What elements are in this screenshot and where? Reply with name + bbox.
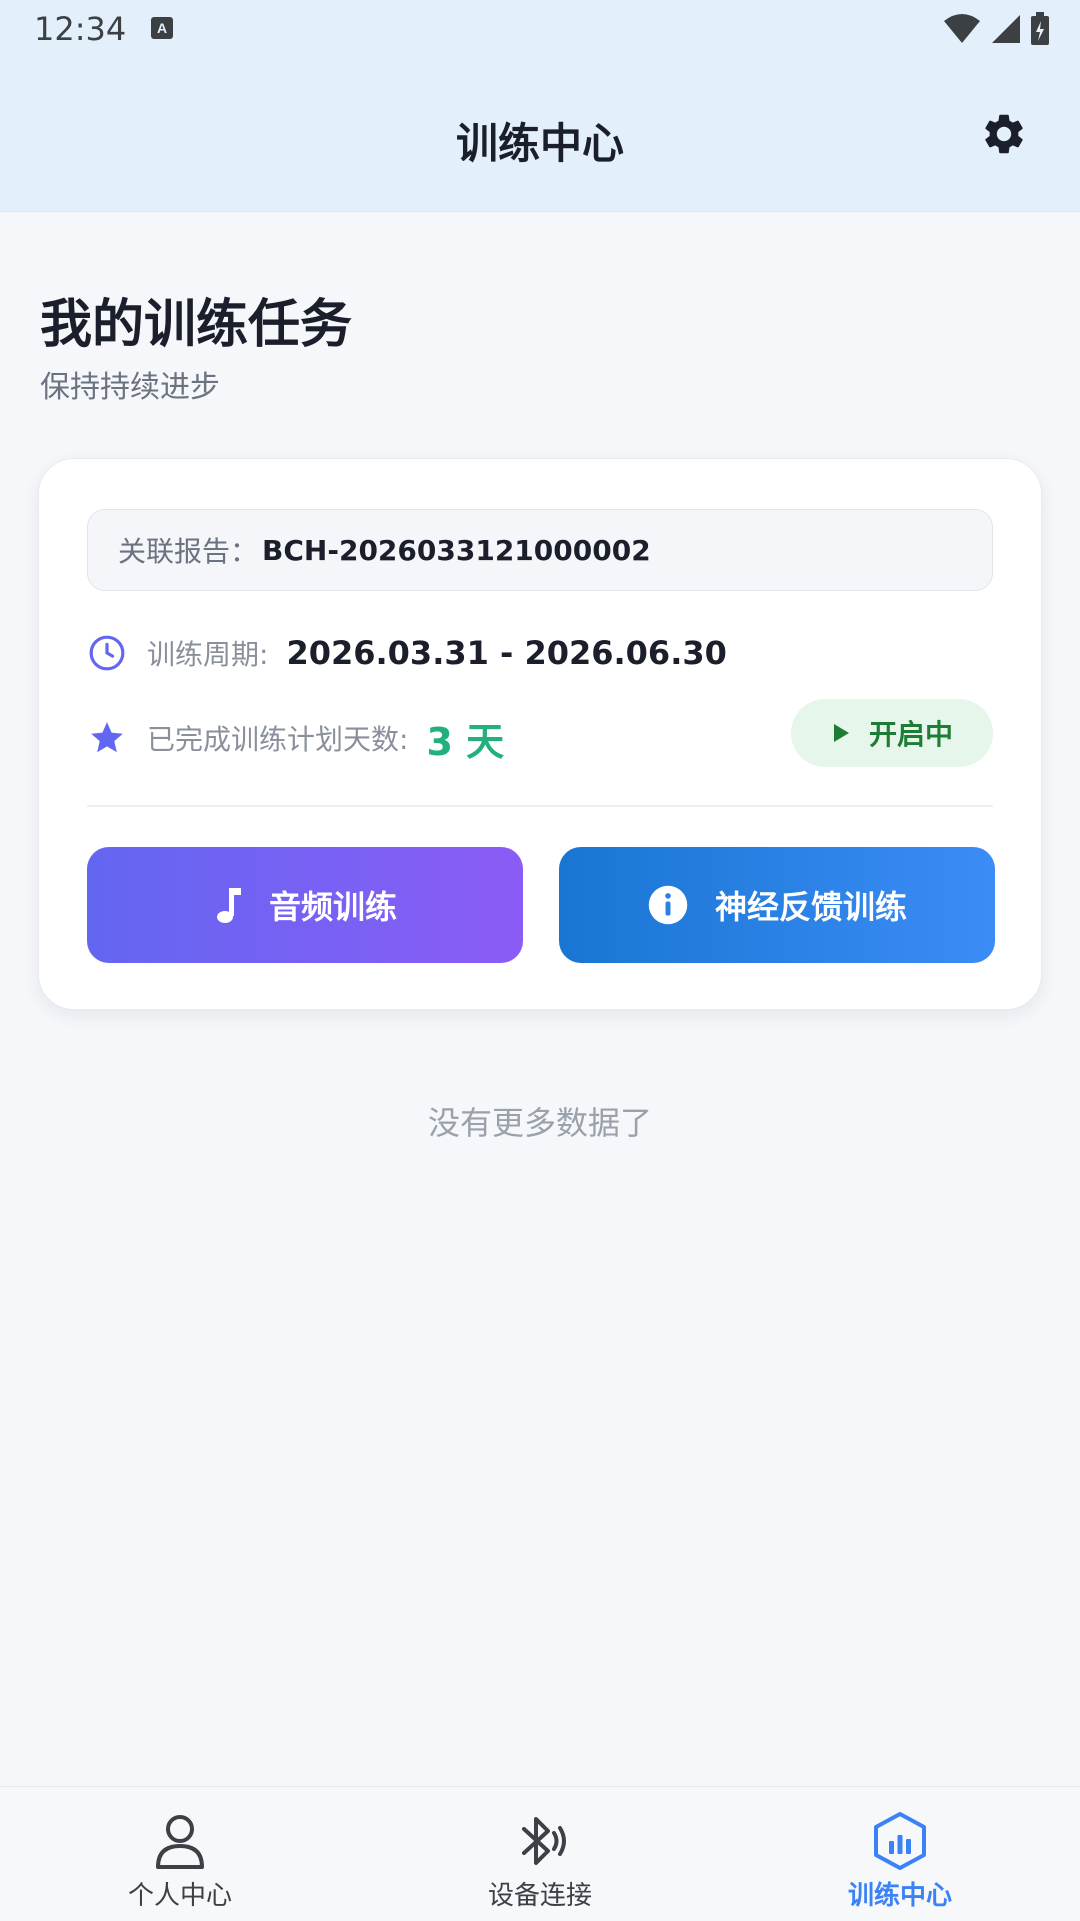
wifi-icon — [944, 14, 980, 43]
page-title: 我的训练任务 — [40, 295, 353, 355]
nav-label-device: 设备连接 — [487, 1881, 592, 1911]
app-notification-icon: A — [151, 17, 173, 39]
clock-icon — [87, 633, 127, 673]
report-id: BCH-2026033121000002 — [262, 533, 651, 567]
svg-text:A: A — [157, 20, 167, 36]
nav-item-device[interactable]: 设备连接 — [360, 1787, 720, 1921]
audio-training-label: 音频训练 — [268, 888, 397, 926]
period-label: 训练周期: — [147, 638, 269, 671]
info-icon — [648, 885, 688, 925]
bluetooth-icon — [510, 1811, 570, 1871]
nav-item-training[interactable]: 训练中心 — [720, 1787, 1080, 1921]
music-note-icon — [216, 888, 241, 923]
training-period-row: 训练周期: 2026.03.31 - 2026.06.30 — [87, 629, 727, 677]
header-title: 训练中心 — [455, 119, 624, 168]
settings-button[interactable] — [978, 108, 1030, 160]
battery-icon — [1031, 12, 1049, 45]
status-icons — [942, 12, 1050, 46]
status-badge: 开启中 — [791, 699, 993, 767]
linked-report-box: 关联报告： BCH-2026033121000002 — [87, 509, 993, 591]
neurofeedback-training-label: 神经反馈训练 — [714, 888, 907, 926]
status-bar: 12:34 A — [0, 0, 1080, 58]
days-value: 3 天 — [426, 719, 505, 764]
page-subtitle: 保持持续进步 — [40, 370, 220, 405]
nav-label-training: 训练中心 — [847, 1881, 952, 1911]
app-header: 训练中心 — [0, 58, 1080, 212]
report-label: 关联报告： — [118, 535, 259, 568]
gear-icon — [985, 114, 1023, 154]
list-end-text: 没有更多数据了 — [427, 1104, 652, 1142]
card-divider — [87, 805, 993, 807]
training-task-card[interactable]: 关联报告： BCH-2026033121000002 训练周期: 2026.03… — [38, 458, 1042, 1010]
nav-label-profile: 个人中心 — [127, 1881, 232, 1911]
status-time: 12:34 — [34, 10, 127, 48]
period-value: 2026.03.31 - 2026.06.30 — [286, 634, 727, 672]
training-chart-icon — [870, 1811, 930, 1871]
star-icon — [87, 718, 127, 758]
play-icon — [833, 724, 849, 742]
nav-item-profile[interactable]: 个人中心 — [0, 1787, 360, 1921]
days-label: 已完成训练计划天数: — [147, 723, 409, 756]
status-label: 开启中 — [868, 718, 953, 751]
audio-training-button[interactable]: 音频训练 — [87, 847, 523, 963]
person-icon — [150, 1811, 210, 1871]
completed-days-row: 已完成训练计划天数: 3 天 — [87, 709, 504, 767]
signal-icon — [992, 15, 1020, 43]
neurofeedback-training-button[interactable]: 神经反馈训练 — [559, 847, 995, 963]
bottom-nav: 个人中心 设备连接 训练中心 — [0, 1786, 1080, 1920]
